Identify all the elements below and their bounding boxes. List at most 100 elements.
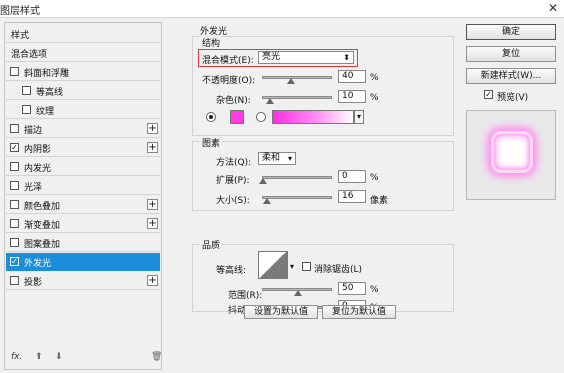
checkbox[interactable]	[10, 124, 19, 133]
style-item-drop-shadow[interactable]: 投影 +	[6, 272, 160, 290]
style-list-footer: fx. ⬆ ⬇ 🗑	[9, 352, 162, 364]
size-label: 大小(S):	[216, 196, 250, 206]
style-item-inner-shadow[interactable]: ✓ 内阴影 +	[6, 139, 160, 157]
trash-icon[interactable]: 🗑	[151, 352, 162, 362]
style-item-label: 纹理	[36, 107, 55, 117]
contour-label: 等高线:	[216, 266, 247, 276]
title-bar: 图层样式 ✕	[0, 0, 564, 18]
ok-button[interactable]: 确定	[466, 24, 556, 40]
style-item-inner-glow[interactable]: 内发光	[6, 158, 160, 176]
spread-input[interactable]: 0	[338, 170, 366, 183]
checkbox[interactable]	[10, 219, 19, 228]
spread-knob[interactable]	[259, 178, 267, 184]
style-item-label: 等高线	[36, 88, 64, 98]
range-knob[interactable]	[294, 290, 302, 296]
add-icon[interactable]: +	[147, 142, 158, 153]
style-item-label: 颜色叠加	[24, 202, 61, 212]
new-style-button[interactable]: 新建样式(W)...	[466, 68, 556, 84]
chevron-down-icon: ▾	[287, 154, 292, 163]
color-radio[interactable]	[206, 112, 216, 122]
gradient-radio[interactable]	[256, 112, 266, 122]
style-item-label: 内阴影	[24, 145, 52, 155]
elements-title: 图素	[200, 136, 223, 149]
style-item-color-overlay[interactable]: 颜色叠加 +	[6, 196, 160, 214]
close-icon[interactable]: ✕	[548, 1, 558, 15]
style-item-styles[interactable]: 样式	[6, 25, 160, 43]
checkbox[interactable]	[22, 105, 31, 114]
style-item-outer-glow[interactable]: ✓ 外发光	[6, 253, 160, 271]
preview-label: 预览(V)	[497, 93, 529, 103]
move-up-icon[interactable]: ⬆	[35, 352, 43, 362]
percent-unit: %	[370, 285, 379, 295]
style-item-satin[interactable]: 光泽	[6, 177, 160, 195]
glow-color-swatch[interactable]	[230, 110, 244, 124]
noise-input[interactable]: 10	[338, 90, 366, 103]
size-input[interactable]: 16	[338, 190, 366, 203]
updown-icon: ⬍	[343, 53, 350, 62]
style-item-stroke[interactable]: 描边 +	[6, 120, 160, 138]
style-item-contour[interactable]: 等高线	[6, 82, 160, 100]
method-label: 方法(Q):	[216, 158, 252, 168]
outer-glow-panel: 外发光 结构 混合模式(E): 亮光 ⬍ 不透明度(O): 40 % 杂色(N)…	[182, 22, 460, 370]
quality-title: 品质	[200, 238, 223, 251]
reset-button[interactable]: 复位	[466, 46, 556, 62]
range-input[interactable]: 50	[338, 282, 366, 295]
percent-unit: %	[370, 73, 379, 83]
move-down-icon[interactable]: ⬇	[55, 352, 63, 362]
pixel-unit: 像素	[370, 196, 389, 206]
opacity-label: 不透明度(O):	[202, 76, 256, 86]
checkbox[interactable]	[10, 276, 19, 285]
opacity-slider[interactable]	[262, 76, 332, 84]
style-item-label: 渐变叠加	[24, 221, 61, 231]
style-item-blending-options[interactable]: 混合选项	[6, 44, 160, 62]
antialias-checkbox[interactable]	[302, 262, 311, 271]
style-item-label: 内发光	[24, 164, 52, 174]
checkbox[interactable]	[22, 86, 31, 95]
glow-gradient-picker[interactable]	[272, 110, 354, 124]
method-value: 柔和	[262, 153, 281, 163]
opacity-knob[interactable]	[287, 78, 295, 84]
blend-mode-select[interactable]: 亮光 ⬍	[258, 51, 354, 64]
make-default-button[interactable]: 设置为默认值	[244, 305, 318, 319]
add-icon[interactable]: +	[147, 275, 158, 286]
noise-slider[interactable]	[262, 96, 332, 104]
style-item-label: 投影	[24, 278, 43, 288]
style-item-label: 描边	[24, 126, 43, 136]
style-item-label: 外发光	[24, 259, 52, 269]
style-item-label: 斜面和浮雕	[24, 69, 70, 79]
checkbox[interactable]	[10, 67, 19, 76]
add-icon[interactable]: +	[147, 199, 158, 210]
preview-checkbox[interactable]: ✓	[484, 90, 493, 99]
noise-knob[interactable]	[266, 98, 274, 104]
checkbox[interactable]: ✓	[10, 143, 19, 152]
checkbox[interactable]	[10, 238, 19, 247]
glow-preview-shape	[491, 131, 533, 173]
size-slider[interactable]	[262, 196, 332, 204]
style-item-label: 样式	[11, 31, 30, 41]
range-slider[interactable]	[262, 288, 332, 296]
style-item-pattern-overlay[interactable]: 图案叠加	[6, 234, 160, 252]
opacity-input[interactable]: 40	[338, 70, 366, 83]
add-icon[interactable]: +	[147, 218, 158, 229]
style-item-label: 图案叠加	[24, 240, 61, 250]
chevron-down-icon[interactable]: ▾	[290, 262, 294, 271]
style-item-texture[interactable]: 纹理	[6, 101, 160, 119]
style-preview	[466, 110, 556, 200]
style-item-bevel-emboss[interactable]: 斜面和浮雕	[6, 63, 160, 81]
spread-slider[interactable]	[259, 176, 332, 184]
checkbox[interactable]	[10, 162, 19, 171]
method-select[interactable]: 柔和 ▾	[258, 152, 296, 165]
checkbox[interactable]: ✓	[10, 257, 19, 266]
chevron-down-icon[interactable]: ▾	[354, 110, 364, 124]
reset-to-default-button[interactable]: 复位为默认值	[322, 305, 396, 319]
checkbox[interactable]	[10, 200, 19, 209]
style-item-gradient-overlay[interactable]: 渐变叠加 +	[6, 215, 160, 233]
fx-icon[interactable]: fx.	[11, 352, 22, 362]
size-knob[interactable]	[263, 198, 272, 204]
checkbox[interactable]	[10, 181, 19, 190]
contour-picker[interactable]	[258, 251, 288, 279]
add-icon[interactable]: +	[147, 123, 158, 134]
range-label: 范围(R):	[228, 291, 263, 301]
blend-mode-label: 混合模式(E):	[202, 56, 254, 66]
structure-title: 结构	[200, 36, 223, 49]
